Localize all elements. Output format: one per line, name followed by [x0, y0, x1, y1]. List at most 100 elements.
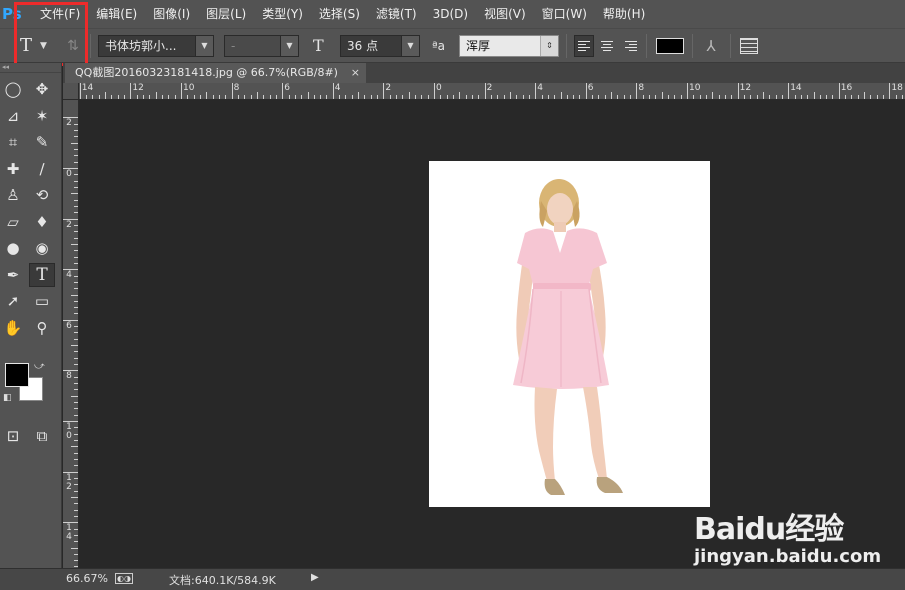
history-brush-icon[interactable]: ⟲ [29, 183, 55, 207]
ruler-minor-tick [845, 95, 847, 99]
blur-icon[interactable]: ● [0, 236, 26, 260]
ruler-minor-tick [162, 95, 164, 99]
healing-brush-icon[interactable]: ✚ [0, 157, 26, 181]
pen-icon[interactable]: ✒ [0, 263, 26, 287]
ruler-minor-tick [74, 534, 78, 536]
ruler-minor-tick [174, 95, 176, 99]
text-orientation-icon[interactable]: ⇅ [62, 35, 84, 57]
tools-panel: ◂◂ ⤻ ◧ ◯ ✥ ⊿ ✶ ⌗ ✎ ✚ ∕ ♙ ⟲ ▱ ♦ ● ◉ ✒ T ➚ ▭ ✋ ⚲ ⊡ ⧉ [0, 63, 62, 568]
menu-item[interactable]: 帮助(H) [595, 0, 653, 28]
type-tool-preset-icon[interactable]: T [14, 35, 38, 57]
ruler-minor-tick [503, 95, 505, 99]
dodge-icon[interactable]: ◉ [29, 236, 55, 260]
eyedropper-icon[interactable]: ✎ [29, 130, 55, 154]
menu-item[interactable]: 图层(L) [198, 0, 254, 28]
foreground-color-swatch[interactable] [5, 363, 29, 387]
default-colors-icon[interactable]: ◧ [3, 393, 12, 403]
magic-wand-icon[interactable]: ✶ [29, 104, 55, 128]
screen-mode-icon[interactable]: ⧉ [29, 424, 55, 448]
zoom-level[interactable]: 66.67% [66, 572, 108, 585]
ruler-major-tick [231, 83, 233, 99]
ruler-minor-tick [71, 446, 78, 448]
menu-bar: Ps 文件(F) 编辑(E) 图像(I) 图层(L) 类型(Y) 选择(S) 滤镜(T) 3D… [0, 0, 905, 28]
tool-preset-dropdown-icon[interactable]: ▼ [40, 35, 50, 57]
ruler-minor-tick [74, 515, 78, 517]
antialias-select[interactable]: 浑厚 ⇕ [459, 35, 559, 57]
vertical-ruler[interactable]: 2 0 2 4 6 8 1 0 1 2 1 4 [63, 100, 79, 568]
close-icon[interactable]: × [351, 63, 360, 83]
ruler-label: 4 [537, 83, 543, 93]
ruler-minor-tick [421, 95, 423, 99]
menu-item[interactable]: 类型(Y) [254, 0, 311, 28]
quick-mask-icon[interactable]: ⊡ [0, 424, 26, 448]
paint-bucket-icon[interactable]: ♦ [29, 210, 55, 234]
font-family-select[interactable]: 书体坊郭小... ▼ [98, 35, 214, 57]
rectangle-icon[interactable]: ▭ [29, 289, 55, 313]
ruler-minor-tick [206, 92, 208, 99]
ruler-minor-tick [168, 95, 170, 99]
menu-item[interactable]: 编辑(E) [88, 0, 145, 28]
ruler-minor-tick [415, 95, 417, 99]
ruler-minor-tick [74, 383, 78, 385]
eraser-icon[interactable]: ▱ [0, 210, 26, 234]
ruler-minor-tick [74, 250, 78, 252]
ruler-minor-tick [74, 357, 78, 359]
horizontal-ruler[interactable]: 14 12 10 8 6 4 2 0 2 4 6 8 10 12 14 16 18 [79, 83, 905, 100]
ruler-minor-tick [573, 95, 575, 99]
text-color-swatch[interactable] [656, 38, 684, 54]
ruler-label: 2 [66, 118, 72, 129]
menu-item[interactable]: 文件(F) [32, 0, 88, 28]
menu-item[interactable]: 图像(I) [145, 0, 198, 28]
ruler-minor-tick [187, 95, 189, 99]
align-center-button[interactable] [598, 35, 618, 57]
panel-collapse-handle[interactable]: ◂◂ [0, 63, 61, 73]
canvas-area[interactable] [80, 101, 905, 568]
menu-item[interactable]: 选择(S) [311, 0, 368, 28]
menu-item[interactable]: 3D(D) [425, 0, 476, 28]
zoom-icon[interactable]: ⚲ [29, 316, 55, 340]
ruler-minor-tick [193, 95, 195, 99]
ruler-origin[interactable] [63, 83, 79, 100]
ruler-major-tick [332, 83, 334, 99]
ruler-minor-tick [370, 95, 372, 99]
polygonal-lasso-icon[interactable]: ⊿ [0, 104, 26, 128]
crop-icon[interactable]: ⌗ [0, 130, 26, 154]
menu-item[interactable]: 滤镜(T) [368, 0, 425, 28]
ruler-minor-tick [655, 95, 657, 99]
move-icon[interactable]: ✥ [29, 77, 55, 101]
woman-in-pink-dress-photo [513, 179, 623, 495]
align-left-button[interactable] [574, 35, 594, 57]
type-icon[interactable]: T [29, 262, 55, 287]
document-tab[interactable]: QQ截图20160323181418.jpg @ 66.7%(RGB/8#) × [65, 63, 366, 83]
swap-colors-icon[interactable]: ⤻ [34, 361, 45, 372]
font-style-select[interactable]: - ▼ [224, 35, 299, 57]
separator [730, 34, 731, 58]
ruler-minor-tick [756, 95, 758, 99]
align-right-button[interactable] [622, 35, 642, 57]
warp-text-icon[interactable]: ⅄ [700, 35, 722, 57]
ruler-minor-tick [294, 95, 296, 99]
separator [90, 34, 91, 58]
character-panel-button[interactable] [740, 35, 762, 57]
status-info-icon[interactable]: ◐◑ [115, 573, 133, 584]
document-image[interactable] [429, 161, 710, 507]
status-menu-arrow-icon[interactable]: ▶ [311, 572, 319, 583]
font-size-select[interactable]: 36 点 ▼ [340, 35, 420, 57]
ruler-minor-tick [724, 95, 726, 99]
ruler-label: 16 [840, 83, 853, 93]
path-selection-icon[interactable]: ➚ [0, 289, 26, 313]
clone-stamp-icon[interactable]: ♙ [0, 183, 26, 207]
ruler-minor-tick [71, 496, 78, 498]
ruler-minor-tick [490, 95, 492, 99]
menu-item[interactable]: 视图(V) [476, 0, 534, 28]
menu-item[interactable]: 窗口(W) [534, 0, 595, 28]
elliptical-marquee-icon[interactable]: ◯ [0, 77, 26, 101]
ruler-major-tick [282, 83, 284, 99]
ruler-minor-tick [522, 95, 524, 99]
ruler-minor-tick [592, 95, 594, 99]
ruler-minor-tick [902, 95, 904, 99]
hand-icon[interactable]: ✋ [0, 316, 26, 340]
brush-icon[interactable]: ∕ [29, 157, 55, 181]
ruler-minor-tick [74, 452, 78, 454]
ruler-label: 6 [284, 83, 290, 93]
